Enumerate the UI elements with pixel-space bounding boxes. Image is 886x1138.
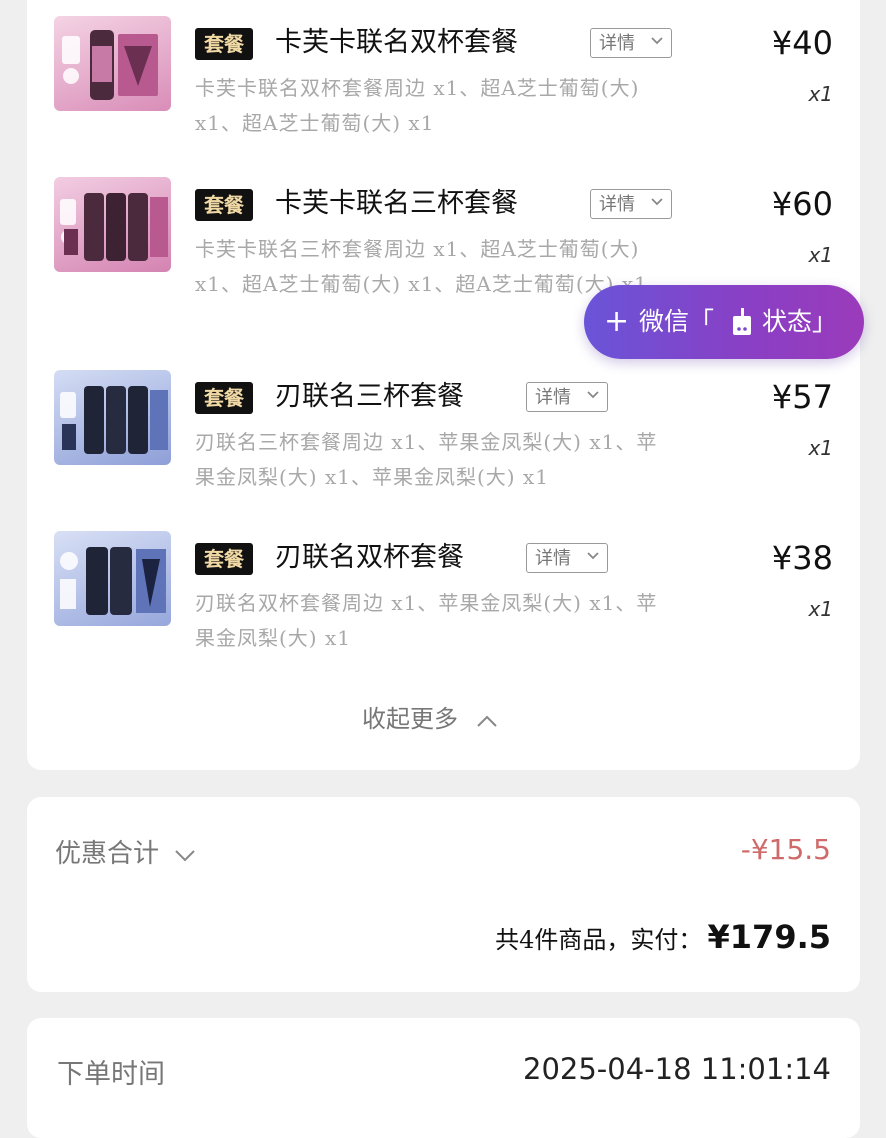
product-thumbnail[interactable] bbox=[54, 370, 171, 465]
list-item[interactable]: 套餐 刃联名双杯套餐 详情 ¥38 x1 刃联名双杯套餐周边 x1、苹果金凤梨(… bbox=[27, 531, 860, 681]
total-label: 共4件商品，实付： bbox=[495, 926, 703, 954]
combo-tag: 套餐 bbox=[195, 382, 253, 414]
item-description: 刃联名三杯套餐周边 x1、苹果金凤梨(大) x1、苹果金凤梨(大) x1、苹果金… bbox=[195, 430, 658, 489]
detail-button[interactable]: 详情 bbox=[526, 382, 608, 412]
item-quantity: x1 bbox=[808, 436, 833, 460]
detail-label: 详情 bbox=[535, 548, 571, 569]
item-quantity: x1 bbox=[808, 82, 833, 106]
list-item[interactable]: 套餐 卡芙卡联名双杯套餐 详情 ¥40 x1 卡芙卡联名双杯套餐周边 x1、超A… bbox=[27, 16, 860, 166]
chevron-down-icon bbox=[587, 552, 599, 560]
item-description: 卡芙卡联名双杯套餐周边 x1、超A芝士葡萄(大) x1、超A芝士葡萄(大) x1 bbox=[195, 76, 640, 135]
wechat-status-button[interactable]: + 微信「 状态」 bbox=[584, 285, 864, 359]
chevron-up-icon bbox=[476, 715, 497, 727]
item-price: ¥38 bbox=[771, 539, 833, 577]
detail-label: 详情 bbox=[599, 194, 635, 215]
collapse-more-button[interactable]: 收起更多 bbox=[362, 699, 498, 734]
combo-tag: 套餐 bbox=[195, 543, 253, 575]
item-name: 刃联名三杯套餐 bbox=[275, 381, 464, 412]
product-thumbnail[interactable] bbox=[54, 531, 171, 626]
bubble-tea-icon bbox=[733, 308, 751, 335]
plus-icon: + bbox=[604, 304, 630, 339]
detail-button[interactable]: 详情 bbox=[526, 543, 608, 573]
total-value: ¥179.5 bbox=[707, 918, 831, 956]
detail-label: 详情 bbox=[535, 387, 571, 408]
item-description: 刃联名双杯套餐周边 x1、苹果金凤梨(大) x1、苹果金凤梨(大) x1 bbox=[195, 591, 658, 650]
order-time-value: 2025-04-18 11:01:14 bbox=[523, 1052, 831, 1086]
combo-tag: 套餐 bbox=[195, 189, 253, 221]
item-name: 卡芙卡联名三杯套餐 bbox=[275, 188, 518, 219]
collapse-label: 收起更多 bbox=[362, 705, 458, 733]
chevron-down-icon bbox=[587, 391, 599, 399]
chevron-down-icon bbox=[175, 850, 195, 862]
item-description: 卡芙卡联名三杯套餐周边 x1、超A芝士葡萄(大) x1、超A芝士葡萄(大) x1… bbox=[195, 237, 648, 296]
wechat-status-label-right: 状态」 bbox=[762, 307, 838, 336]
discount-toggle[interactable]: 优惠合计 bbox=[55, 833, 197, 870]
order-time-label: 下单时间 bbox=[57, 1059, 165, 1090]
detail-button[interactable]: 详情 bbox=[590, 28, 672, 58]
discount-value: -¥15.5 bbox=[740, 833, 831, 866]
item-name: 卡芙卡联名双杯套餐 bbox=[275, 27, 518, 58]
combo-tag: 套餐 bbox=[195, 28, 253, 60]
wechat-status-label-left: 微信「 bbox=[639, 307, 715, 336]
product-thumbnail[interactable] bbox=[54, 177, 171, 272]
item-name: 刃联名双杯套餐 bbox=[275, 542, 464, 573]
detail-label: 详情 bbox=[599, 33, 635, 54]
chevron-down-icon bbox=[651, 198, 663, 206]
item-price: ¥60 bbox=[771, 185, 833, 223]
item-price: ¥57 bbox=[771, 378, 833, 416]
item-price: ¥40 bbox=[771, 24, 833, 62]
discount-label: 优惠合计 bbox=[55, 839, 160, 869]
item-quantity: x1 bbox=[808, 597, 833, 621]
chevron-down-icon bbox=[651, 37, 663, 45]
item-quantity: x1 bbox=[808, 243, 833, 267]
list-item[interactable]: 套餐 刃联名三杯套餐 详情 ¥57 x1 刃联名三杯套餐周边 x1、苹果金凤梨(… bbox=[27, 370, 860, 520]
summary-card bbox=[27, 797, 860, 992]
detail-button[interactable]: 详情 bbox=[590, 189, 672, 219]
total-row: 共4件商品，实付： ¥179.5 bbox=[495, 918, 831, 956]
product-thumbnail[interactable] bbox=[54, 16, 171, 111]
